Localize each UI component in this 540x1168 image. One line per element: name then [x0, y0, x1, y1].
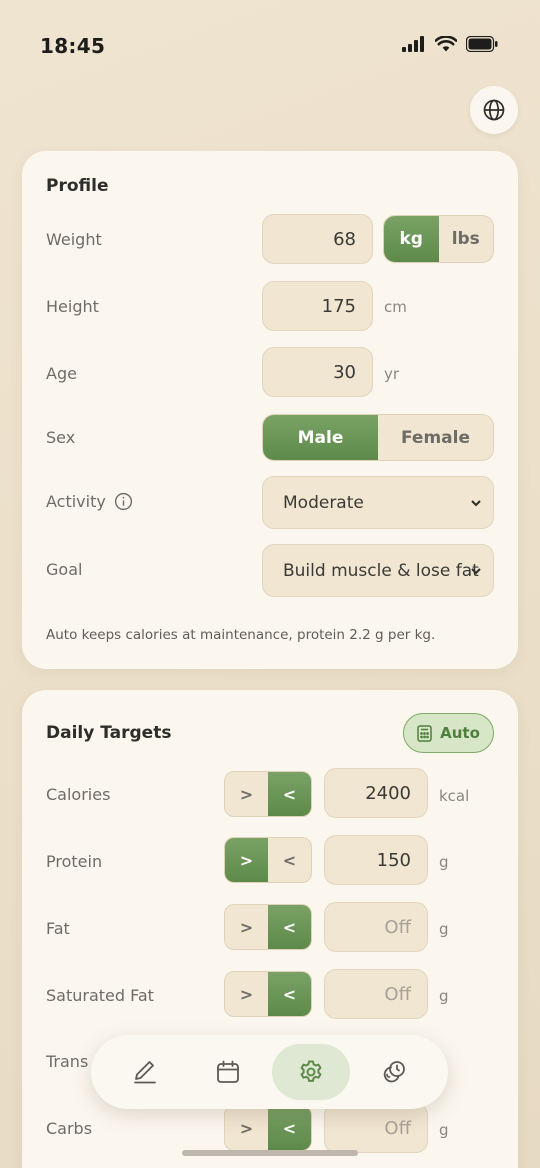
age-label: Age: [46, 364, 77, 383]
activity-select-value: Moderate: [283, 492, 364, 513]
goal-label-text: Goal: [46, 560, 83, 579]
chevron-down-icon: [471, 567, 481, 574]
language-button[interactable]: [470, 86, 518, 134]
less-than-button[interactable]: <: [268, 1106, 311, 1150]
less-than-button[interactable]: <: [268, 838, 311, 882]
globe-icon: [483, 99, 505, 121]
weight-label-text: Weight: [46, 230, 102, 249]
age-unit: yr: [384, 365, 400, 383]
targets-title: Daily Targets: [46, 723, 172, 743]
nav-history-tab[interactable]: [355, 1044, 433, 1100]
wifi-icon: [435, 36, 457, 52]
nav-calendar-tab[interactable]: [189, 1044, 267, 1100]
unit-kg-button[interactable]: kg: [384, 216, 439, 262]
status-icons: [402, 36, 498, 52]
battery-icon: [466, 36, 498, 52]
weight-unit-toggle[interactable]: kg lbs: [383, 215, 494, 263]
info-icon[interactable]: [114, 492, 133, 511]
greater-than-button[interactable]: >: [225, 972, 268, 1016]
activity-label: Activity: [46, 492, 133, 511]
chevron-down-icon: [471, 499, 481, 506]
activity-label-text: Activity: [46, 492, 106, 511]
status-bar: 18:45: [0, 0, 540, 92]
auto-button-label: Auto: [440, 724, 480, 742]
auto-button[interactable]: Auto: [403, 713, 494, 753]
sex-male-button[interactable]: Male: [263, 415, 378, 460]
gear-icon: [300, 1060, 322, 1082]
saturated-fat-unit: g: [439, 987, 449, 1005]
carbs-compare-toggle[interactable]: > <: [224, 1105, 312, 1151]
fat-compare-toggle[interactable]: > <: [224, 904, 312, 950]
bottom-nav: [91, 1035, 448, 1109]
less-than-button[interactable]: <: [268, 905, 311, 949]
greater-than-button[interactable]: >: [225, 838, 268, 882]
greater-than-button[interactable]: >: [225, 772, 268, 816]
greater-than-button[interactable]: >: [225, 1106, 268, 1150]
profile-hint: Auto keeps calories at maintenance, prot…: [46, 627, 436, 643]
age-label-text: Age: [46, 364, 77, 383]
greater-than-button[interactable]: >: [225, 905, 268, 949]
carbs-unit: g: [439, 1121, 449, 1139]
nav-settings-tab[interactable]: [272, 1044, 351, 1100]
profile-card: Profile Weight 68 kg lbs Height 175 cm A…: [22, 151, 518, 669]
weight-label: Weight: [46, 230, 102, 249]
calculator-icon: [417, 724, 432, 742]
sex-label-text: Sex: [46, 428, 76, 447]
target-row-label: Fat: [46, 919, 70, 938]
target-row-label: Calories: [46, 785, 111, 804]
less-than-button[interactable]: <: [268, 772, 311, 816]
goal-select-value: Build muscle & lose fat: [283, 560, 479, 581]
height-label-text: Height: [46, 297, 99, 316]
protein-unit: g: [439, 853, 449, 871]
home-indicator[interactable]: [182, 1150, 358, 1156]
protein-input[interactable]: 150: [324, 835, 428, 885]
signal-icon: [402, 36, 424, 52]
target-row-label: Protein: [46, 852, 103, 871]
carbs-input[interactable]: Off: [324, 1103, 428, 1153]
pencil-icon: [133, 1061, 156, 1084]
age-input[interactable]: 30: [262, 347, 373, 397]
saturated-fat-input[interactable]: Off: [324, 969, 428, 1019]
sex-female-button[interactable]: Female: [378, 415, 493, 460]
fat-unit: g: [439, 920, 449, 938]
sex-toggle[interactable]: Male Female: [262, 414, 494, 461]
height-label: Height: [46, 297, 99, 316]
height-input[interactable]: 175: [262, 281, 373, 331]
calories-input[interactable]: 2400: [324, 768, 428, 818]
calendar-icon: [216, 1060, 239, 1083]
calories-unit: kcal: [439, 787, 470, 805]
unit-lbs-button[interactable]: lbs: [439, 216, 494, 262]
height-unit: cm: [384, 298, 407, 316]
activity-select[interactable]: Moderate: [262, 476, 494, 529]
sex-label: Sex: [46, 428, 75, 447]
goal-select[interactable]: Build muscle & lose fat: [262, 544, 494, 597]
profile-title: Profile: [46, 176, 109, 196]
target-row-label: Trans: [46, 1052, 89, 1071]
nav-log-tab[interactable]: [106, 1044, 184, 1100]
less-than-button[interactable]: <: [268, 972, 311, 1016]
weight-input[interactable]: 68: [262, 214, 373, 264]
saturated-fat-compare-toggle[interactable]: > <: [224, 971, 312, 1017]
history-icon: [384, 1061, 406, 1083]
calories-compare-toggle[interactable]: > <: [224, 771, 312, 817]
fat-input[interactable]: Off: [324, 902, 428, 952]
status-time: 18:45: [40, 34, 106, 58]
target-row-label: Saturated Fat: [46, 986, 154, 1005]
goal-label: Goal: [46, 560, 82, 579]
target-row-label: Carbs: [46, 1119, 93, 1138]
protein-compare-toggle[interactable]: > <: [224, 837, 312, 883]
